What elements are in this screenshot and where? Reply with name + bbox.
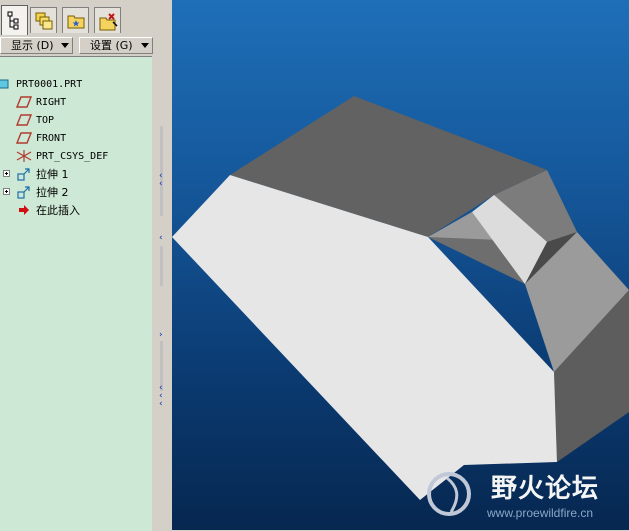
expand-icon[interactable]: [3, 188, 10, 195]
navigator-tabs: [0, 0, 160, 36]
tab-layers[interactable]: [30, 7, 57, 33]
tree-item-label: FRONT: [36, 133, 67, 144]
display-dropdown-label: 显示 (D): [11, 39, 54, 52]
tree-item-label: RIGHT: [36, 97, 67, 108]
datum-plane-icon: [16, 114, 32, 126]
tree-item-label: PRT_CSYS_DEF: [36, 151, 109, 162]
collapse-left-icon[interactable]: ‹: [159, 180, 165, 189]
chevron-down-icon: [61, 43, 69, 48]
splitter-grip: [160, 246, 163, 286]
model-tree: PRT0001.PRT RIGHT TOP FRONT PRT_CSYS_DEF: [0, 56, 152, 531]
model-tree-icon: [7, 11, 19, 30]
graphics-window[interactable]: 野火论坛 www.proewildfire.cn: [172, 0, 629, 530]
datum-plane-icon: [16, 132, 32, 144]
favorites-folder-icon: [67, 15, 85, 29]
coordinate-system-icon: [16, 150, 32, 162]
settings-dropdown-label: 设置 (G): [90, 39, 133, 52]
tab-connections[interactable]: [94, 7, 121, 33]
tab-model-tree[interactable]: [1, 5, 28, 35]
display-dropdown[interactable]: 显示 (D): [0, 37, 73, 54]
settings-dropdown[interactable]: 设置 (G): [79, 37, 153, 54]
connections-icon: [99, 13, 118, 31]
tree-item-label: 拉伸 1: [36, 168, 69, 181]
navigator-panel: 显示 (D) 设置 (G) PRT0001.PRT RIGHT TOP FRON…: [0, 0, 172, 531]
panel-splitter[interactable]: ‹ ‹ ‹ › ‹ ‹ ‹: [152, 56, 172, 530]
expand-right-icon[interactable]: ›: [159, 331, 165, 340]
part-icon: [0, 79, 9, 89]
watermark-logo: [427, 472, 471, 516]
forum-watermark: 野火论坛 www.proewildfire.cn: [421, 464, 621, 524]
watermark-url: www.proewildfire.cn: [487, 506, 594, 520]
tab-favorites[interactable]: [62, 7, 89, 33]
tree-item-label: 在此插入: [36, 204, 80, 217]
watermark-title: 野火论坛: [491, 474, 600, 504]
tree-options-bar: 显示 (D) 设置 (G): [0, 37, 160, 54]
extrude-icon: [17, 168, 30, 181]
layers-icon: [35, 12, 53, 30]
collapse-left-icon[interactable]: ‹: [159, 400, 165, 409]
expand-icon[interactable]: [3, 170, 10, 177]
extrude-icon: [17, 186, 30, 199]
tree-item-label: PRT0001.PRT: [16, 79, 83, 90]
part-model-3d: [172, 96, 629, 500]
collapse-left-icon[interactable]: ‹: [159, 234, 165, 243]
tree-item-label: TOP: [36, 115, 55, 126]
insert-here-arrow-icon: [19, 205, 29, 215]
chevron-down-icon: [141, 43, 149, 48]
tree-item-label: 拉伸 2: [36, 186, 69, 199]
datum-plane-icon: [16, 96, 32, 108]
